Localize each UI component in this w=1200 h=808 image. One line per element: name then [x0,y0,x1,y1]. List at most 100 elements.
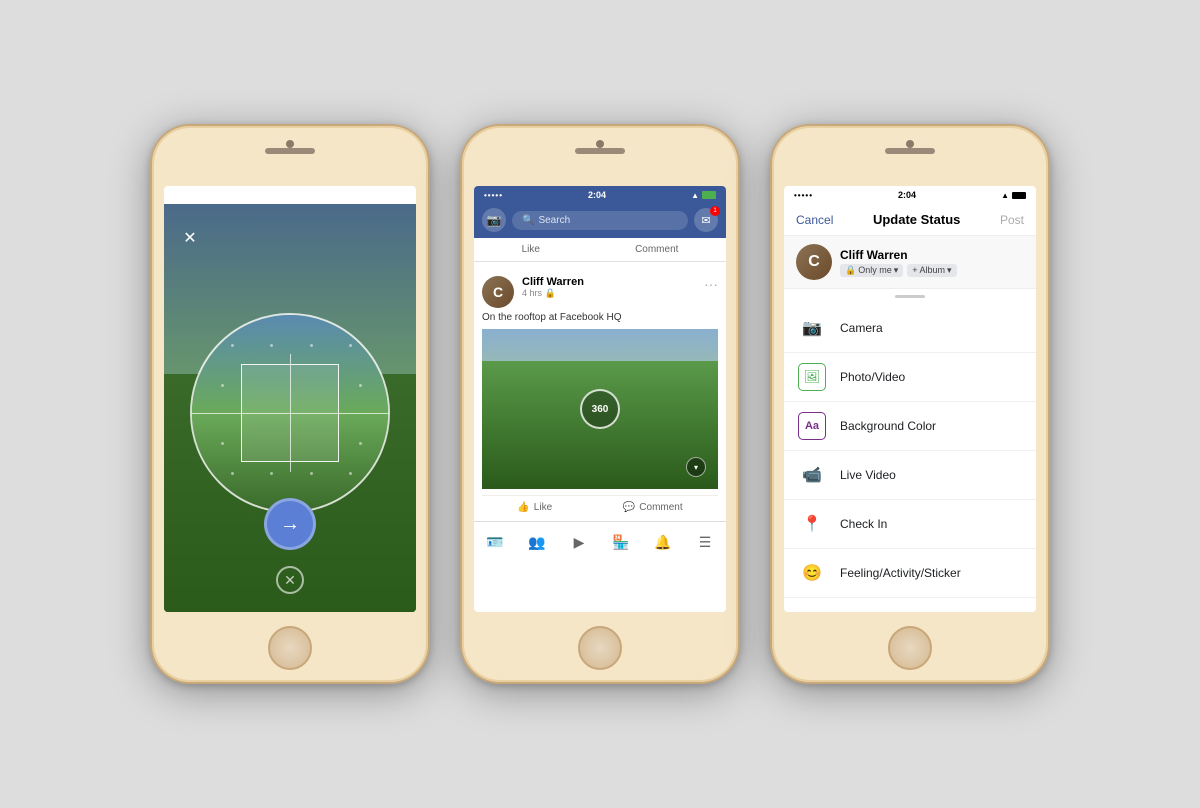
photo-video-icon: 🖼 [798,363,826,391]
messenger-icon[interactable]: ✉ 1 [694,208,718,232]
notification-badge: 1 [710,206,720,216]
next-button[interactable]: → [264,498,316,550]
album-chevron-icon: ▾ [947,265,952,276]
privacy-label: Only me [858,265,892,275]
lock-icon: 🔒 [845,265,856,276]
close-button[interactable]: ✕ [178,226,202,250]
search-placeholder: Search [538,215,570,226]
signal-dots-3: ••••• [794,191,813,200]
camera-menu-label: Camera [840,321,883,335]
cancel-button[interactable]: ✕ [276,566,304,594]
search-bar[interactable]: 🔍 Search [512,211,688,230]
check-in-label: Check In [840,517,887,531]
menu-item-camera[interactable]: 📷 Camera [784,304,1036,353]
user-name: Cliff Warren [840,248,1024,262]
facebook-post: C Cliff Warren 4 hrs 🔒 ··· On the roofto… [474,268,726,521]
background-color-label: Background Color [840,419,936,433]
bottom-nav-bar: 🪪 👥 ▶ 🏪 🔔 ☰ [474,521,726,558]
privacy-selector[interactable]: 🔒 Only me ▾ [840,264,903,277]
menu-item-photo-video[interactable]: 🖼 Photo/Video [784,353,1036,402]
album-selector[interactable]: + Album ▾ [907,264,956,277]
phone-2: ••••• 2:04 ▲ 📷 🔍 Search ✉ 1 [460,124,740,684]
post-meta: Cliff Warren 4 hrs 🔒 [522,276,584,299]
background-color-icon: Aa [798,412,826,440]
camera-icon-fb[interactable]: 📷 [482,208,506,232]
user-info: Cliff Warren 🔒 Only me ▾ + Album ▾ [840,248,1024,277]
wifi-icon-1: ▲ [387,191,395,200]
status-bar-3: ••••• 2:04 ▲ [784,186,1036,204]
menu-item-feeling[interactable]: 😊 Feeling/Activity/Sticker [784,549,1036,598]
comment-button[interactable]: 💬 Comment [623,502,683,513]
feeling-label: Feeling/Activity/Sticker [840,566,961,580]
post-header: C Cliff Warren 4 hrs 🔒 ··· [482,276,718,308]
rotate-indicator[interactable]: ▾ [686,457,706,477]
camera-icon-glyph: 📷 [487,213,502,227]
post-options[interactable]: ··· [704,276,718,292]
dots-pattern [192,315,388,511]
messenger-glyph: ✉ [701,214,710,227]
privacy-controls: 🔒 Only me ▾ + Album ▾ [840,264,1024,277]
status-icons-1: ▲ ▬ [387,191,406,200]
nav-marketplace[interactable]: 🏪 [609,530,633,554]
close-icon: ✕ [183,228,196,248]
post-360-image[interactable]: 360 ▾ [482,329,718,489]
drag-handle[interactable] [895,295,925,298]
top-actions-row: Like Comment [474,238,726,262]
drag-handle-container [784,295,1036,304]
like-button[interactable]: 👍 Like [517,502,552,513]
menu-item-background-color[interactable]: Aa Background Color [784,402,1036,451]
user-info-row: C Cliff Warren 🔒 Only me ▾ + Album ▾ [784,236,1036,289]
comment-label: Comment [639,502,682,513]
battery-icon-1: ▬ [398,191,406,200]
photo-video-label: Photo/Video [840,370,905,384]
phone-speaker-1 [265,148,315,154]
status-time-3: 2:04 [898,190,916,200]
post-avatar: C [482,276,514,308]
like-thumb-icon: 👍 [517,502,529,513]
album-label: + Album [912,265,945,275]
circle-guide-overlay [190,313,390,513]
comment-action-top[interactable]: Comment [635,244,678,255]
home-button-2[interactable] [578,626,622,670]
phone-3-screen: ••••• 2:04 ▲ Cancel Update Status Post C… [784,186,1036,612]
cancel-button-update[interactable]: Cancel [796,213,833,227]
post-footer: 👍 Like 💬 Comment [482,495,718,513]
wifi-icon-2: ▲ [691,191,699,200]
nav-home[interactable]: 🪪 [483,530,507,554]
nav-notifications[interactable]: 🔔 [651,530,675,554]
battery-icon-3 [1012,192,1026,199]
like-action-top[interactable]: Like [522,244,540,255]
battery-icon-2 [702,191,716,199]
phone-3: ••••• 2:04 ▲ Cancel Update Status Post C… [770,124,1050,684]
menu-item-check-in[interactable]: 📍 Check In [784,500,1036,549]
search-icon: 🔍 [522,215,534,226]
nav-video[interactable]: ▶ [567,530,591,554]
phone-2-screen: ••••• 2:04 ▲ 📷 🔍 Search ✉ 1 [474,186,726,612]
menu-item-tag-people[interactable]: 👥 Tag People [784,598,1036,612]
feeling-icon: 😊 [798,559,826,587]
home-button-1[interactable] [268,626,312,670]
status-time-1: 2:04 [281,190,299,200]
phones-container: ••••• 2:04 ▲ ▬ [0,0,1200,808]
status-time-2: 2:04 [588,190,606,200]
cancel-icon: ✕ [284,572,296,589]
post-button-update[interactable]: Post [1000,213,1024,227]
menu-item-live-video[interactable]: 📹 Live Video [784,451,1036,500]
post-author-name: Cliff Warren [522,276,584,288]
status-bar-2: ••••• 2:04 ▲ [474,186,726,204]
signal-dots-1: ••••• [174,191,193,200]
circle-inner [192,315,388,511]
nav-menu[interactable]: ☰ [693,530,717,554]
check-in-icon: 📍 [798,510,826,538]
status-options-menu: 📷 Camera 🖼 Photo/Video Aa Background Col… [784,304,1036,612]
post-lock-icon: 🔒 [545,288,556,298]
post-location-text: On the rooftop at Facebook HQ [482,312,718,323]
comment-bubble-icon: 💬 [623,502,635,513]
chevron-down-icon: ▾ [894,265,899,276]
phone-1-screen: ••••• 2:04 ▲ ▬ [164,186,416,612]
home-button-3[interactable] [888,626,932,670]
nav-friends[interactable]: 👥 [525,530,549,554]
signal-dots-2: ••••• [484,191,503,200]
status-bar-1: ••••• 2:04 ▲ ▬ [164,186,416,204]
user-avatar: C [796,244,832,280]
